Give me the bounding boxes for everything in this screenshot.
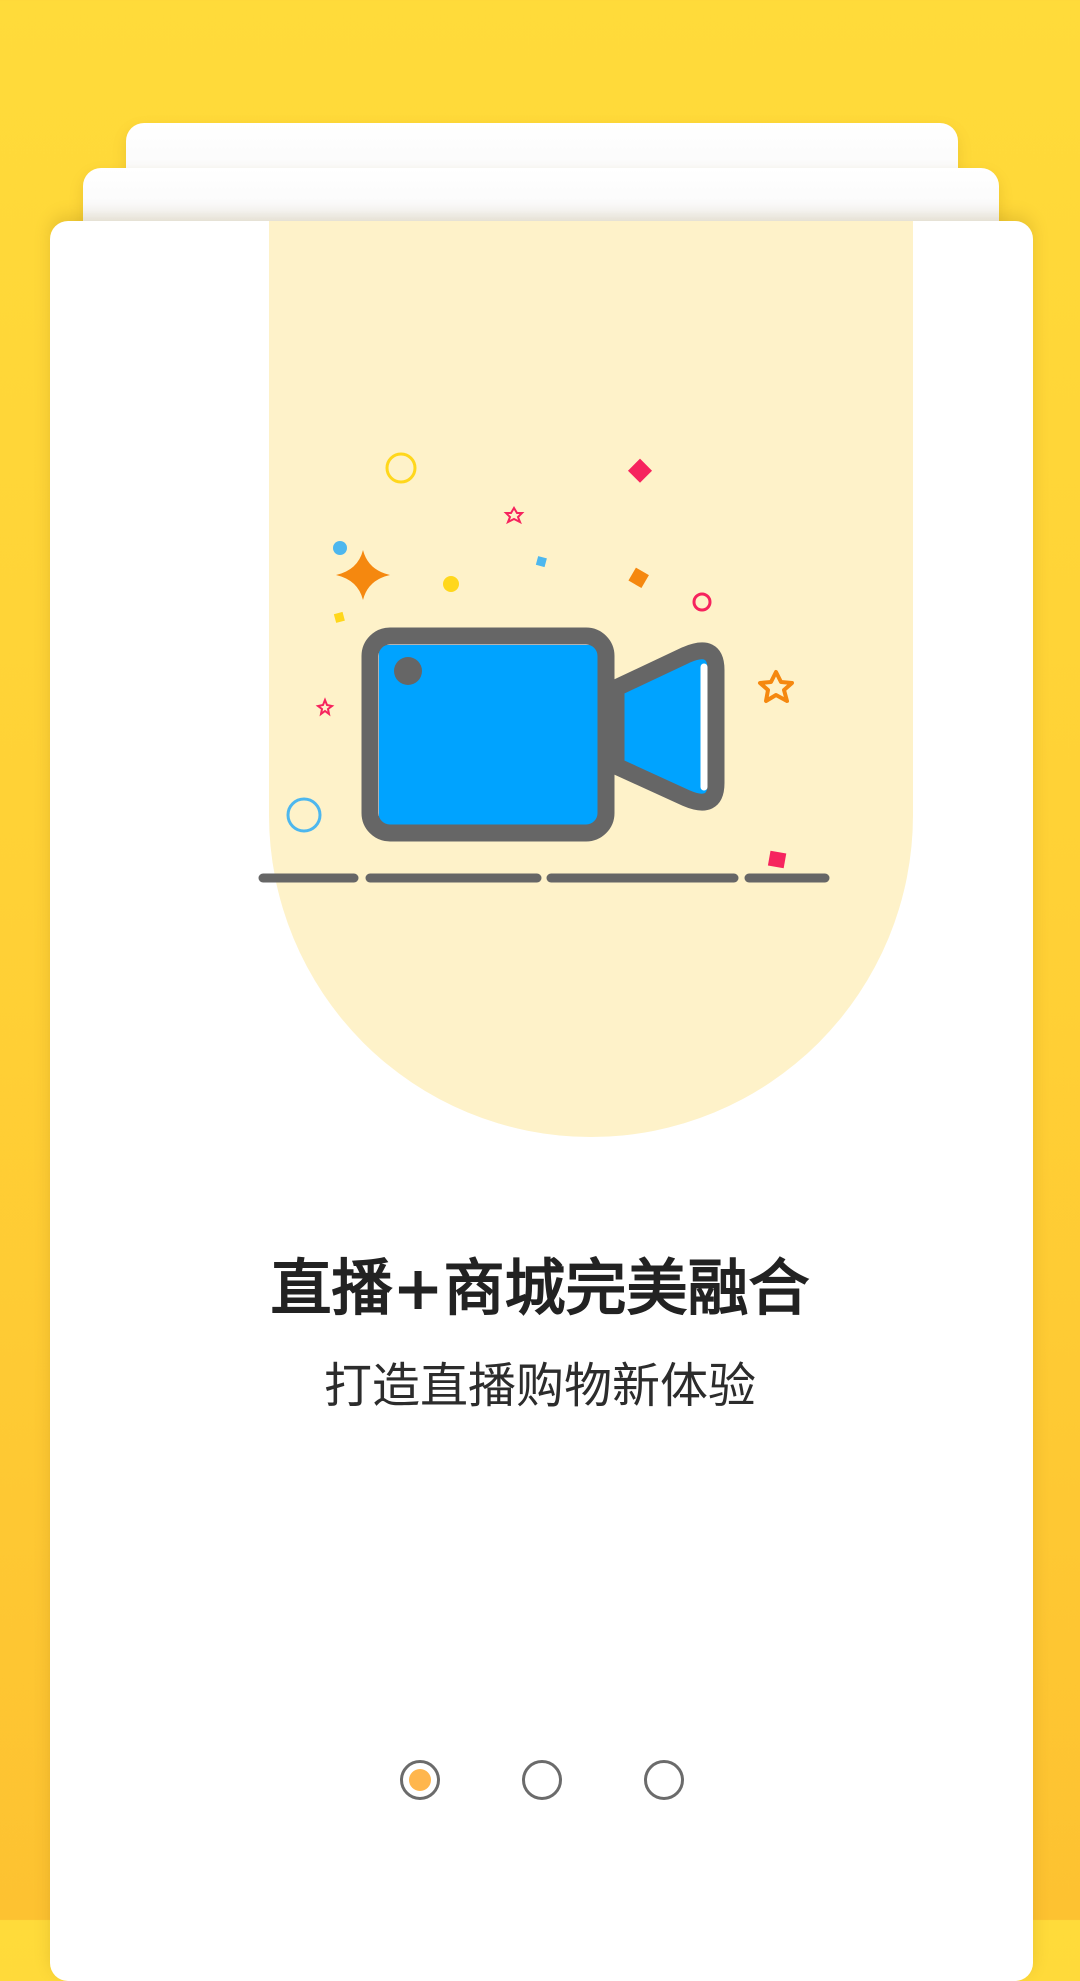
diamond-decoration — [627, 458, 653, 483]
page-dot-1[interactable] — [400, 1760, 440, 1800]
square-decoration — [535, 556, 547, 568]
page-dot-2[interactable] — [522, 1760, 562, 1800]
square-decoration — [628, 567, 649, 589]
sparkle-decoration — [336, 550, 390, 600]
onboarding-title: 直播+商城完美融合 — [270, 1253, 810, 1324]
star-decoration — [315, 697, 335, 717]
hero-illustration — [258, 452, 830, 883]
page-dot-3[interactable] — [644, 1760, 684, 1800]
onboarding-subtitle: 打造直播购物新体验 — [323, 1358, 756, 1414]
dot-decoration — [333, 541, 347, 555]
square-decoration — [767, 850, 787, 869]
video-camera-icon — [361, 627, 725, 842]
ring-decoration — [692, 592, 712, 612]
ring-decoration — [286, 797, 322, 833]
dot-decoration — [443, 576, 459, 592]
square-decoration — [333, 611, 345, 623]
page-dot-active-fill — [409, 1769, 431, 1791]
ring-decoration — [385, 452, 417, 484]
star-decoration — [503, 506, 525, 525]
star-decoration — [758, 670, 794, 703]
